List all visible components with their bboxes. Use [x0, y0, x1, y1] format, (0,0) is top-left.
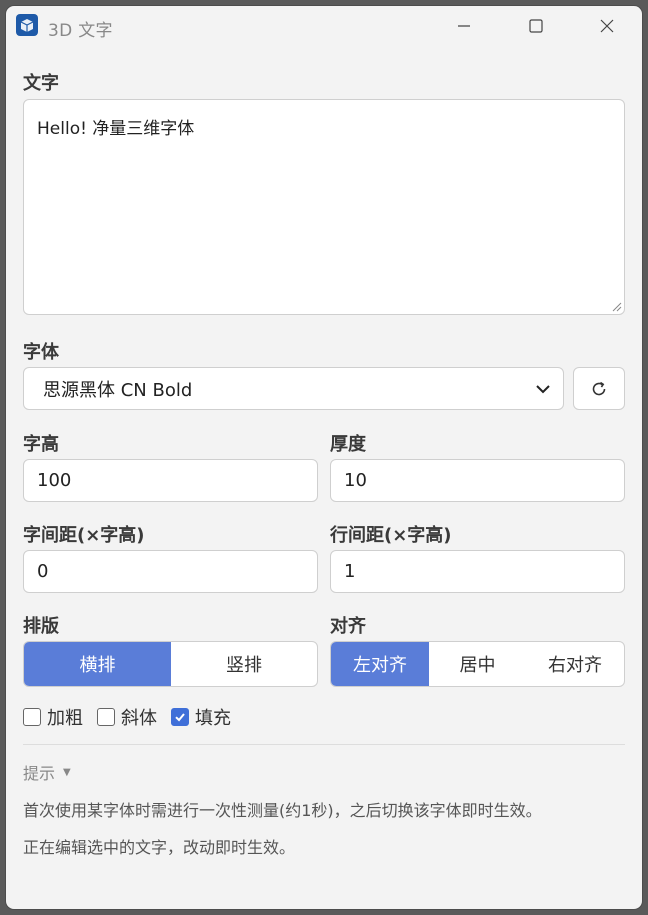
char-spacing-input[interactable]: 0	[23, 550, 318, 593]
checkmark-icon	[175, 713, 185, 722]
thickness-label: 厚度	[330, 434, 366, 455]
size-input[interactable]: 100	[23, 459, 318, 502]
app-window: 3D 文字 文字 Hello! 净量三维字体 字体 思源黑体 CN Bold 字…	[6, 6, 642, 909]
text-input[interactable]: Hello! 净量三维字体	[23, 99, 625, 315]
text-label: 文字	[23, 73, 59, 94]
close-button[interactable]	[577, 6, 637, 46]
bold-checkbox-box[interactable]	[23, 708, 41, 726]
triangle-down-icon: ▼	[63, 766, 71, 778]
style-options: 加粗 斜体 填充	[23, 704, 245, 730]
window-title: 3D 文字	[48, 21, 113, 41]
italic-checkbox-box[interactable]	[97, 708, 115, 726]
font-select-value: 思源黑体 CN Bold	[43, 379, 193, 401]
hint-line-2: 正在编辑选中的文字，改动即时生效。	[23, 838, 296, 857]
fill-checkbox-label: 填充	[195, 708, 231, 729]
refresh-icon	[592, 381, 606, 395]
chevron-down-icon	[536, 385, 550, 394]
align-segmented-control: 左对齐 居中 右对齐	[330, 641, 625, 687]
resize-grip-icon[interactable]	[610, 300, 622, 312]
app-icon	[16, 14, 38, 36]
minimize-icon	[458, 25, 470, 27]
layout-segmented-control: 横排 竖排	[23, 641, 318, 687]
align-option-left[interactable]: 左对齐	[331, 642, 429, 686]
thickness-input-value: 10	[344, 470, 367, 491]
line-spacing-label: 行间距(×字高)	[330, 525, 452, 546]
italic-checkbox[interactable]: 斜体	[97, 704, 157, 730]
font-select[interactable]: 思源黑体 CN Bold	[23, 367, 564, 410]
hint-line-1: 首次使用某字体时需进行一次性测量(约1秒)，之后切换该字体即时生效。	[23, 801, 542, 820]
line-spacing-input[interactable]: 1	[330, 550, 625, 593]
layout-option-vertical[interactable]: 竖排	[171, 642, 317, 686]
align-option-center[interactable]: 居中	[429, 642, 526, 686]
italic-checkbox-label: 斜体	[121, 708, 157, 729]
minimize-button[interactable]	[434, 6, 494, 46]
thickness-input[interactable]: 10	[330, 459, 625, 502]
size-label: 字高	[23, 434, 59, 455]
layout-label: 排版	[23, 616, 59, 637]
maximize-button[interactable]	[506, 6, 566, 46]
bold-checkbox[interactable]: 加粗	[23, 704, 83, 730]
font-label: 字体	[23, 342, 59, 363]
align-option-right[interactable]: 右对齐	[526, 642, 624, 686]
align-label: 对齐	[330, 616, 366, 637]
close-icon	[600, 19, 614, 33]
size-input-value: 100	[37, 470, 72, 491]
char-spacing-input-value: 0	[37, 561, 49, 582]
fill-checkbox[interactable]: 填充	[171, 704, 231, 730]
hint-toggle[interactable]: 提示 ▼	[23, 760, 71, 784]
text-input-value: Hello! 净量三维字体	[37, 119, 195, 139]
refresh-fonts-button[interactable]	[573, 367, 625, 410]
title-bar[interactable]: 3D 文字	[6, 6, 642, 46]
fill-checkbox-box[interactable]	[171, 708, 189, 726]
line-spacing-input-value: 1	[344, 561, 356, 582]
char-spacing-label: 字间距(×字高)	[23, 525, 145, 546]
layout-option-horizontal[interactable]: 横排	[24, 642, 171, 686]
maximize-icon	[529, 19, 543, 33]
divider	[23, 744, 625, 745]
hint-toggle-label: 提示	[23, 764, 56, 783]
bold-checkbox-label: 加粗	[47, 708, 83, 729]
